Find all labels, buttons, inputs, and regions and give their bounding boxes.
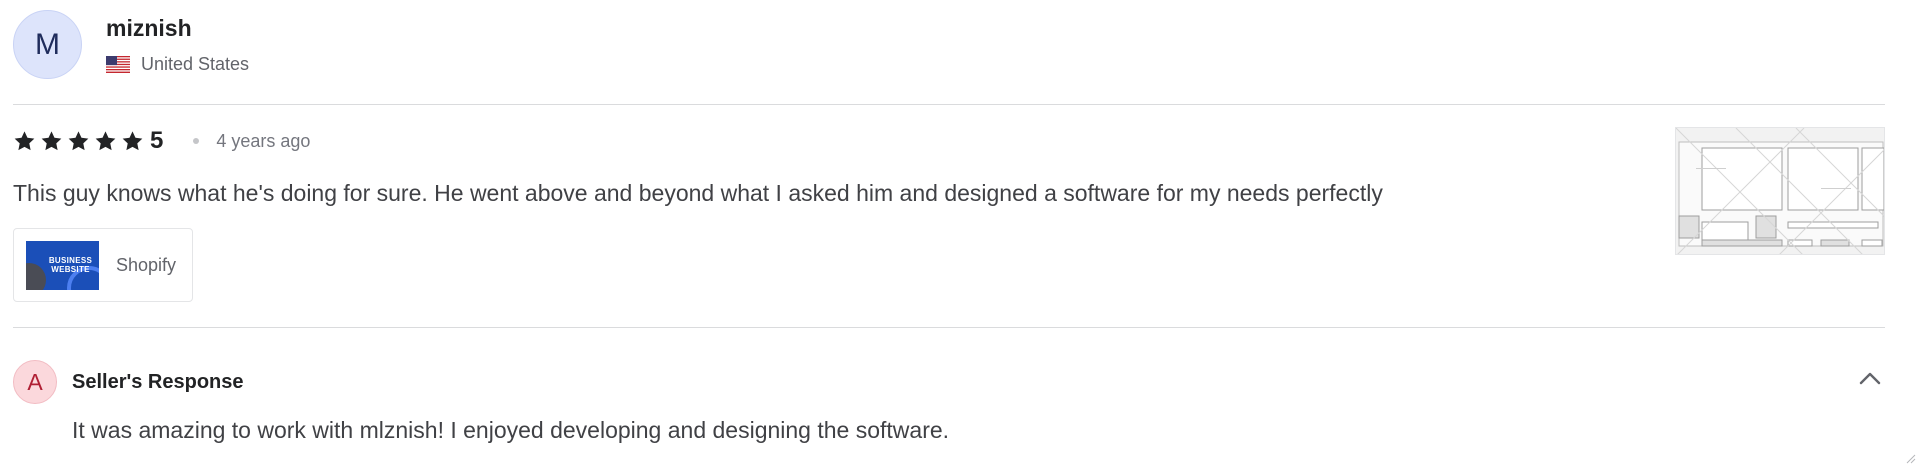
review-time: 4 years ago <box>216 130 311 151</box>
rating-value: 5 <box>150 127 164 154</box>
star-icon <box>13 130 36 152</box>
review-text: This guy knows what he's doing for sure.… <box>13 180 1383 206</box>
reviewer-name[interactable]: miznish <box>106 14 249 42</box>
gig-thumbnail-text: BUSINESS WEBSITE <box>48 255 93 274</box>
reviewer-country-label: United States <box>141 54 250 74</box>
star-rating <box>13 130 148 152</box>
reviewer-info: miznish United States <box>106 10 249 75</box>
star-icon <box>121 130 144 152</box>
separator-dot <box>193 138 200 144</box>
star-icon <box>40 130 63 152</box>
resize-grip-icon <box>1906 454 1916 464</box>
rating-row: 5 4 years ago <box>13 127 311 154</box>
review-card: M miznish United States 5 4 years ago Th… <box>0 0 1918 466</box>
seller-response-text: It was amazing to work with mlznish! I e… <box>72 417 950 443</box>
review-attachment-thumbnail[interactable] <box>1675 127 1885 255</box>
reviewer-header: M miznish United States <box>13 10 249 79</box>
seller-avatar: A <box>13 360 57 404</box>
us-flag-icon <box>106 56 130 73</box>
collapse-response-button[interactable] <box>1856 364 1884 392</box>
gig-label: Shopify <box>116 254 177 275</box>
chevron-up-icon <box>1859 372 1881 385</box>
star-icon <box>94 130 117 152</box>
gig-thumbnail: BUSINESS WEBSITE <box>26 240 99 290</box>
reviewer-avatar[interactable]: M <box>13 10 82 79</box>
gig-tag[interactable]: BUSINESS WEBSITE Shopify <box>13 228 193 302</box>
star-icon <box>67 130 90 152</box>
seller-response-header: A Seller's Response <box>13 360 244 404</box>
seller-response-title: Seller's Response <box>72 370 244 393</box>
divider-bottom <box>13 327 1885 328</box>
divider-top <box>13 104 1885 105</box>
reviewer-country: United States <box>106 54 249 75</box>
